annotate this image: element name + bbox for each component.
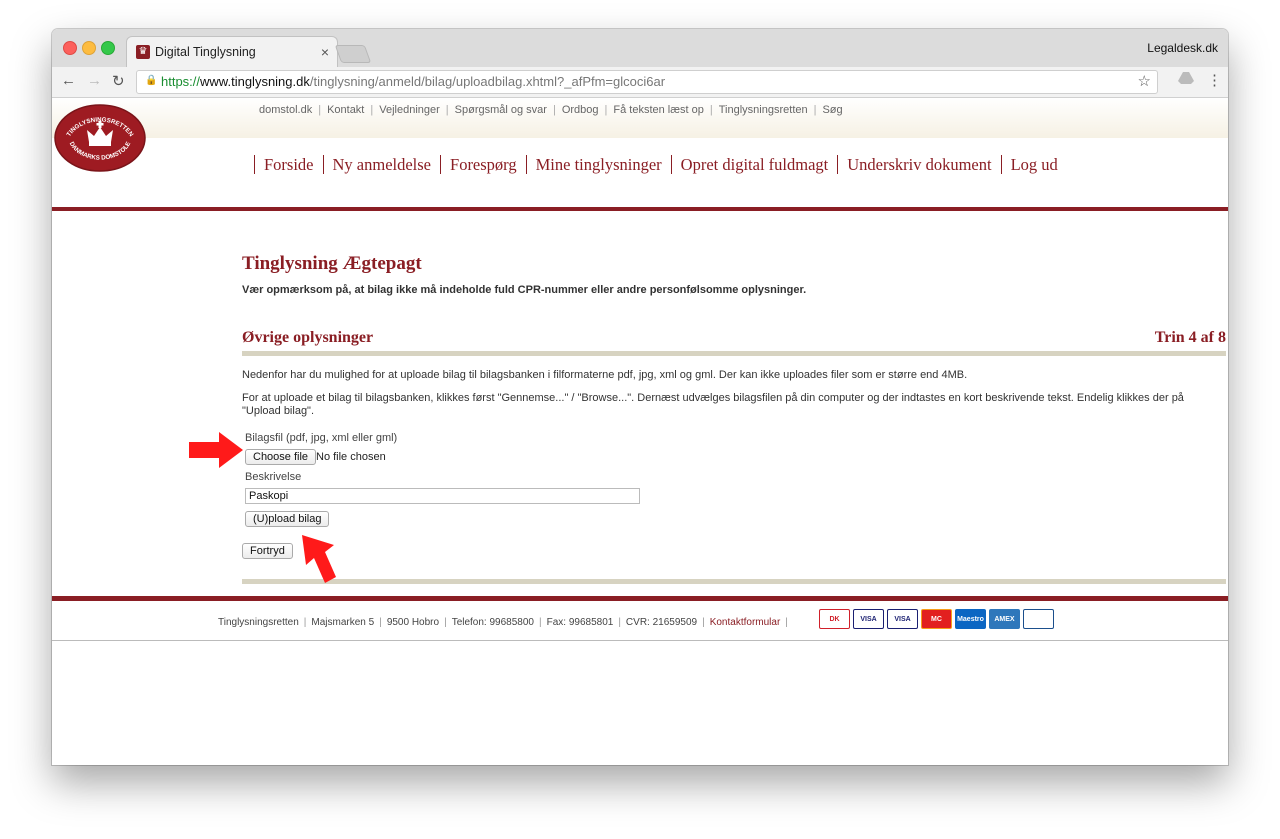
tab-title: Digital Tinglysning	[155, 45, 256, 59]
browser-window: ♛ Digital Tinglysning × Legaldesk.dk ← →…	[52, 29, 1228, 765]
browser-toolbar: ← → ↻ 🔒 https://www.tinglysning.dk/tingl…	[52, 67, 1228, 98]
nav-opret-fuldmagt[interactable]: Opret digital fuldmagt	[670, 155, 838, 174]
forward-arrow-icon[interactable]: →	[87, 72, 102, 89]
main-navigation: Forside Ny anmeldelse Forespørg Mine tingly…	[254, 155, 1067, 175]
footer-info: Tinglysningsretten | Majsmarken 5 | 9500 Hob…	[218, 617, 788, 628]
red-arrow-annotation-icon	[302, 535, 336, 583]
footer-org: Tinglysningsretten	[218, 617, 299, 628]
reload-icon[interactable]: ↻	[112, 72, 125, 90]
title-bar: ♛ Digital Tinglysning × Legaldesk.dk	[52, 29, 1228, 69]
section-title: Øvrige oplysninger	[242, 329, 374, 346]
nav-divider	[52, 207, 1228, 211]
url-scheme: https://	[161, 74, 201, 89]
nav-forside[interactable]: Forside	[254, 155, 323, 174]
toplink-ordbog[interactable]: Ordbog	[562, 104, 599, 116]
window-minimize-button[interactable]	[82, 41, 96, 55]
footer-cvr: CVR: 21659509	[625, 617, 698, 628]
no-file-text: No file chosen	[316, 451, 386, 463]
profile-name[interactable]: Legaldesk.dk	[1147, 41, 1218, 55]
description-input[interactable]	[245, 488, 640, 504]
choose-file-button[interactable]: Choose file	[245, 449, 317, 465]
browser-tab[interactable]: ♛ Digital Tinglysning ×	[126, 36, 338, 69]
payment-card-icon: DK	[819, 609, 850, 629]
new-tab-button[interactable]	[334, 45, 372, 63]
address-bar[interactable]: 🔒 https://www.tinglysning.dk/tinglysning…	[136, 70, 1158, 94]
payment-card-icon: VISA	[853, 609, 884, 629]
lock-icon: 🔒	[145, 75, 158, 86]
nav-underskriv-dokument[interactable]: Underskriv dokument	[837, 155, 1001, 174]
nav-log-ud[interactable]: Log ud	[1000, 155, 1067, 174]
instructions-paragraph: For at uploade et bilag til bilagsbanken…	[242, 392, 1184, 417]
intro-paragraph: Nedenfor har du mulighed for at uploade …	[242, 369, 968, 381]
nav-ny-anmeldelse[interactable]: Ny anmeldelse	[322, 155, 441, 174]
tinglysningsretten-seal-logo[interactable]: TINGLYSNINGSRETTEN DANMARKS DOMSTOLE	[54, 102, 146, 172]
section-divider	[242, 351, 1226, 356]
crown-favicon-icon: ♛	[136, 45, 150, 59]
page-content: TINGLYSNINGSRETTEN DANMARKS DOMSTOLE dom…	[52, 98, 1228, 765]
bookmark-star-icon[interactable]: ☆	[1138, 72, 1151, 90]
payment-cards: DK VISA VISA MC Maestro AMEX	[819, 609, 1057, 629]
footer-city: 9500 Hobro	[386, 617, 440, 628]
top-links: domstol.dk | Kontakt | Vejledninger | Spørgsmå…	[259, 104, 843, 116]
toplink-kontakt[interactable]: Kontakt	[327, 104, 364, 116]
footer-fax: Fax: 99685801	[546, 617, 614, 628]
toplink-domstol[interactable]: domstol.dk	[259, 104, 312, 116]
toplink-tinglysningsretten[interactable]: Tinglysningsretten	[719, 104, 808, 116]
footer-phone: Telefon: 99685800	[451, 617, 534, 628]
description-label: Beskrivelse	[245, 471, 302, 483]
window-close-button[interactable]	[63, 41, 77, 55]
form-bottom-divider	[242, 579, 1226, 584]
payment-card-icon: AMEX	[989, 609, 1020, 629]
footer-address: Majsmarken 5	[311, 617, 375, 628]
step-indicator: Trin 4 af 8	[1154, 329, 1226, 346]
cancel-button[interactable]: Fortryd	[242, 543, 293, 559]
toplink-faq[interactable]: Spørgsmål og svar	[455, 104, 547, 116]
nav-mine-tinglysninger[interactable]: Mine tinglysninger	[525, 155, 671, 174]
contact-form-link[interactable]: Kontaktformular	[710, 617, 781, 628]
payment-card-icon: Maestro	[955, 609, 986, 629]
url-path: /tinglysning/anmeld/bilag/uploadbilag.xh…	[309, 74, 666, 89]
page-bottom-line	[52, 640, 1228, 641]
payment-card-icon: MC	[921, 609, 952, 629]
tab-close-icon[interactable]: ×	[321, 44, 329, 60]
upload-bilag-button[interactable]: (U)pload bilag	[245, 511, 330, 527]
toplink-vejledninger[interactable]: Vejledninger	[379, 104, 440, 116]
payment-card-icon: VISA	[887, 609, 918, 629]
extension-drive-icon[interactable]	[1178, 71, 1194, 89]
window-maximize-button[interactable]	[101, 41, 115, 55]
url-text: https://www.tinglysning.dk/tinglysning/a…	[161, 74, 665, 89]
file-label: Bilagsfil (pdf, jpg, xml eller gml)	[245, 432, 398, 444]
payment-card-icon	[1023, 609, 1054, 629]
toplink-search[interactable]: Søg	[822, 104, 842, 116]
red-arrow-annotation-icon	[189, 432, 243, 468]
footer-divider	[52, 596, 1228, 601]
back-arrow-icon[interactable]: ←	[61, 72, 76, 89]
url-host: www.tinglysning.dk	[200, 74, 310, 89]
nav-foresporg[interactable]: Forespørg	[440, 155, 526, 174]
toplink-read-aloud[interactable]: Få teksten læst op	[613, 104, 704, 116]
page-title: Tinglysning Ægtepagt	[242, 253, 422, 274]
privacy-warning: Vær opmærksom på, at bilag ikke må indeh…	[242, 284, 807, 296]
browser-menu-icon[interactable]: ⋮	[1207, 71, 1222, 89]
